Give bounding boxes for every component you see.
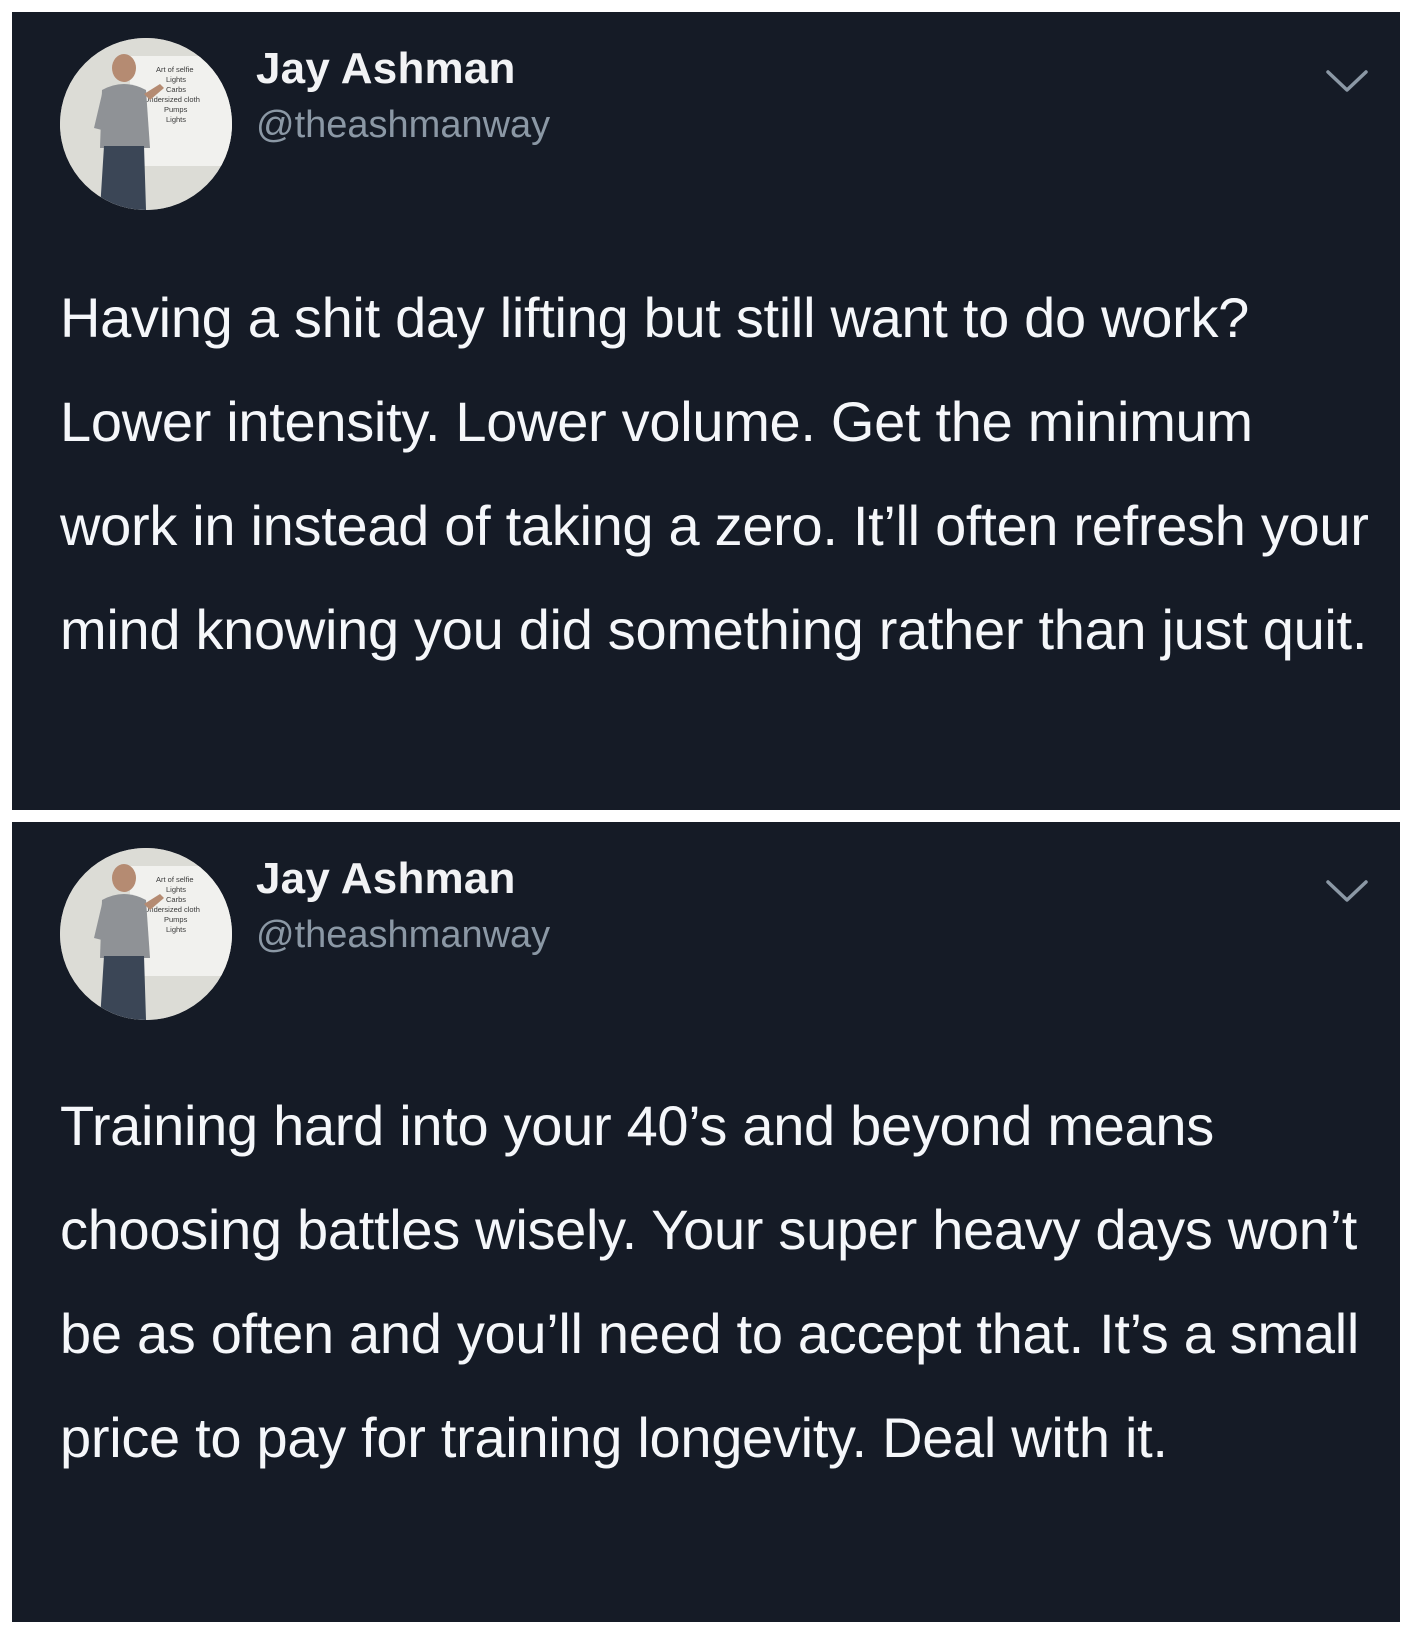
avatar-board-line: Art of selfie	[156, 65, 194, 74]
avatar-board-line: Carbs	[166, 85, 186, 94]
avatar-photo: Art of selfie Lights Carbs Undersized cl…	[60, 38, 232, 210]
avatar-board-line: Lights	[166, 75, 186, 84]
avatar-board-line: Pumps	[164, 105, 188, 114]
avatar[interactable]: Art of selfie Lights Carbs Undersized cl…	[60, 38, 232, 210]
author-handle[interactable]: @theashmanway	[256, 104, 550, 147]
avatar-board-line: Carbs	[166, 895, 186, 904]
author-display-name[interactable]: Jay Ashman	[256, 854, 516, 904]
avatar-board-line: Art of selfie	[156, 875, 194, 884]
author-handle[interactable]: @theashmanway	[256, 914, 550, 957]
chevron-down-icon[interactable]	[1322, 872, 1372, 912]
tweet-text: Having a shit day lifting but still want…	[60, 286, 1369, 661]
tweet-card[interactable]: Art of selfie Lights Carbs Undersized cl…	[12, 822, 1400, 1622]
avatar-photo: Art of selfie Lights Carbs Undersized cl…	[60, 848, 232, 1020]
avatar-board-line: Lights	[166, 925, 186, 934]
avatar[interactable]: Art of selfie Lights Carbs Undersized cl…	[60, 848, 232, 1020]
avatar-board-line: Lights	[166, 885, 186, 894]
tweet-text: Training hard into your 40’s and beyond …	[60, 1094, 1359, 1469]
chevron-down-icon[interactable]	[1322, 62, 1372, 102]
author-display-name[interactable]: Jay Ashman	[256, 44, 516, 94]
avatar-board-line: Lights	[166, 115, 186, 124]
tweet-card[interactable]: Art of selfie Lights Carbs Undersized cl…	[12, 12, 1400, 810]
avatar-board-line: Pumps	[164, 915, 188, 924]
